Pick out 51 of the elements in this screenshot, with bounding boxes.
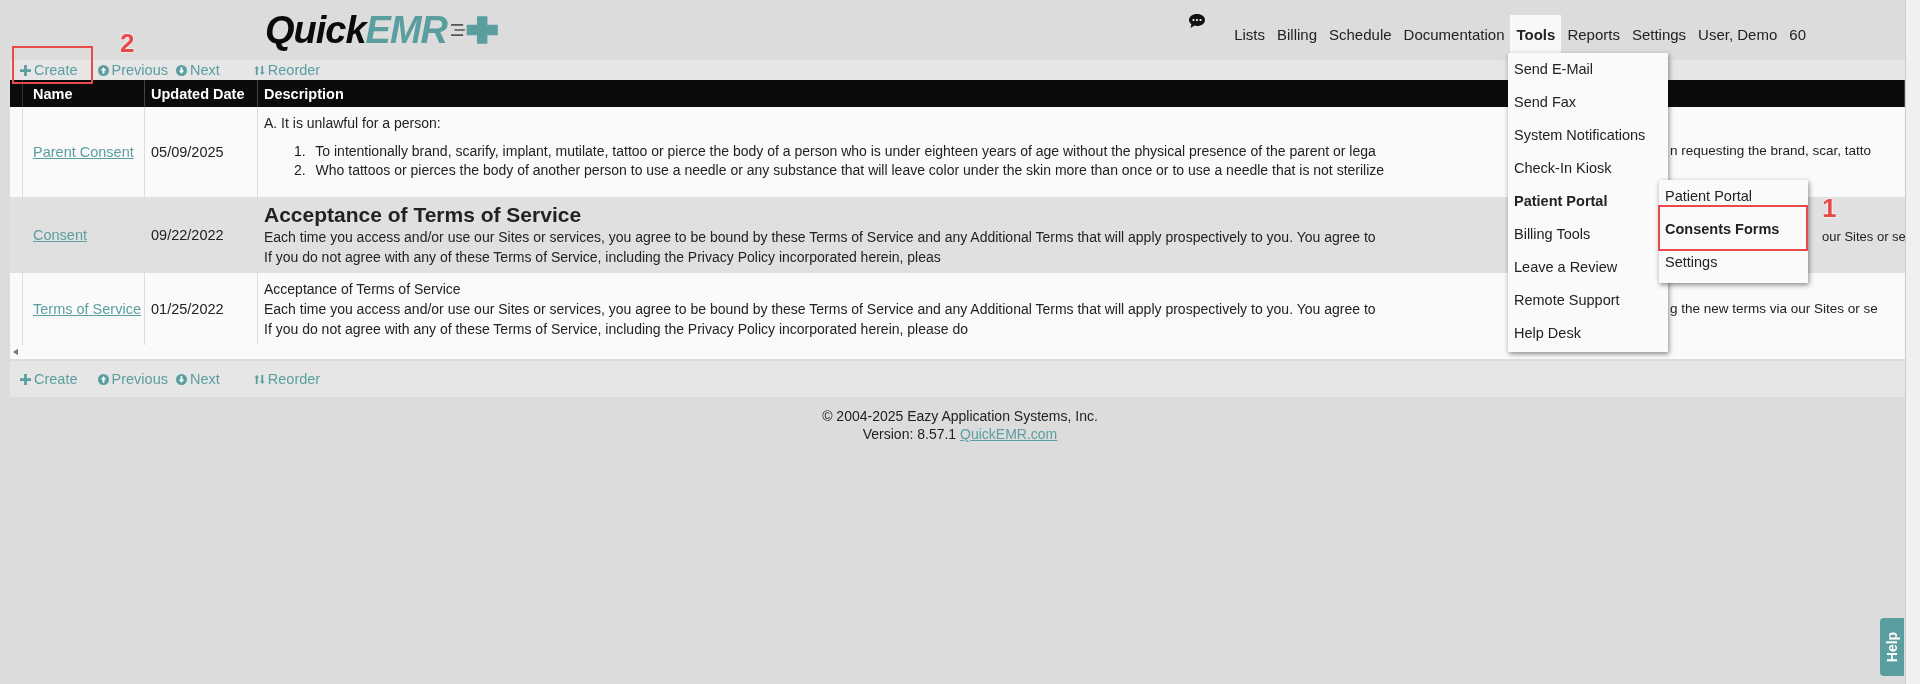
description-text: Who tattoos or pierces the body of another person to use a needle or any substance that will leave color under the skin more than once or to use a needle that is not sterilize	[315, 162, 1385, 178]
nav-link[interactable]: User, Demo	[1692, 15, 1784, 55]
nav-link[interactable]: Reports	[1561, 15, 1626, 55]
scroll-left-icon[interactable]	[13, 348, 18, 356]
menu-item[interactable]: Patient Portal	[1508, 185, 1658, 218]
up-arrow-icon	[97, 64, 109, 76]
description-text: If you do not agree with any of these Terms of Service, including the Privacy Policy incorporated herein, please do	[264, 321, 969, 337]
nav-link[interactable]: Documentation	[1397, 15, 1511, 55]
menu-item[interactable]: Send E-Mail	[1508, 53, 1658, 86]
description-text: A. It is unlawful for a person:	[264, 115, 441, 131]
logo: QuickEMR	[265, 8, 448, 52]
description-text: n requesting the brand, scar, tatto	[1670, 142, 1872, 160]
description-text: g the new terms via our Sites or se	[1670, 300, 1878, 318]
menu-item[interactable]: Send Fax	[1508, 86, 1658, 119]
menu-item[interactable]: Billing Tools	[1508, 218, 1658, 251]
description-text: If you do not agree with any of these Terms of Service, including the Privacy Policy incorporated herein, pleas	[264, 249, 941, 265]
list-number: 1.	[294, 143, 306, 159]
nav-link[interactable]: 60	[1783, 15, 1812, 55]
nav-link[interactable]: Tools	[1510, 15, 1562, 55]
nav-link[interactable]: Schedule	[1323, 15, 1398, 55]
down-arrow-icon	[175, 64, 187, 76]
description-text: our Sites or se	[1822, 228, 1906, 246]
list-number: 2.	[294, 162, 306, 178]
version-text: Version: 8.57.1	[862, 426, 957, 442]
nav-link[interactable]: Billing	[1271, 15, 1323, 55]
menu-item[interactable]: Help Desk	[1508, 317, 1658, 350]
menu-item[interactable]: Patient Portal	[1659, 180, 1808, 213]
nav-link[interactable]: Lists	[1228, 15, 1271, 55]
menu-item[interactable]: System Notifications	[1508, 119, 1658, 152]
description-text: Acceptance of Terms of Service	[264, 281, 461, 297]
plus-icon	[20, 373, 31, 385]
annotation-number: 1	[1822, 195, 1837, 221]
table-cell: 05/09/2025	[151, 144, 224, 160]
sort-arrows-icon	[253, 373, 265, 385]
menu-item[interactable]: Remote Support	[1508, 284, 1658, 317]
description-text: To intentionally brand, scarify, implant, mutilate, tattoo or pierce the body of a person who is under eighteen years of age without the physical presence of the parent or lega	[315, 143, 1376, 159]
up-arrow-icon	[97, 373, 109, 385]
down-arrow-icon	[175, 373, 187, 385]
plus-icon	[20, 64, 31, 76]
nav-link[interactable]: Settings	[1625, 15, 1693, 55]
menu-item[interactable]: Check-In Kiosk	[1508, 152, 1658, 185]
chat-icon[interactable]	[1188, 13, 1207, 29]
table-cell: 01/25/2022	[151, 301, 224, 317]
description-text: Each time you access and/or use our Sites or services, you agree to be bound by these Terms of Service and any Additional Terms that will apply prospectively to you. You agree to	[264, 301, 1376, 317]
annotation-number: 2	[120, 30, 135, 56]
heading: Acceptance of Terms of Service	[264, 203, 582, 226]
sort-arrows-icon	[253, 64, 265, 76]
copyright-text: © 2004-2025 Eazy Application Systems, Inc.	[822, 407, 1098, 425]
menu-item[interactable]: Leave a Review	[1508, 251, 1658, 284]
description-text: Each time you access and/or use our Sites or services, you agree to be bound by these Terms of Service and any Additional Terms that will apply prospectively to you. You agree to	[264, 229, 1376, 245]
table-cell: 09/22/2022	[151, 227, 224, 243]
